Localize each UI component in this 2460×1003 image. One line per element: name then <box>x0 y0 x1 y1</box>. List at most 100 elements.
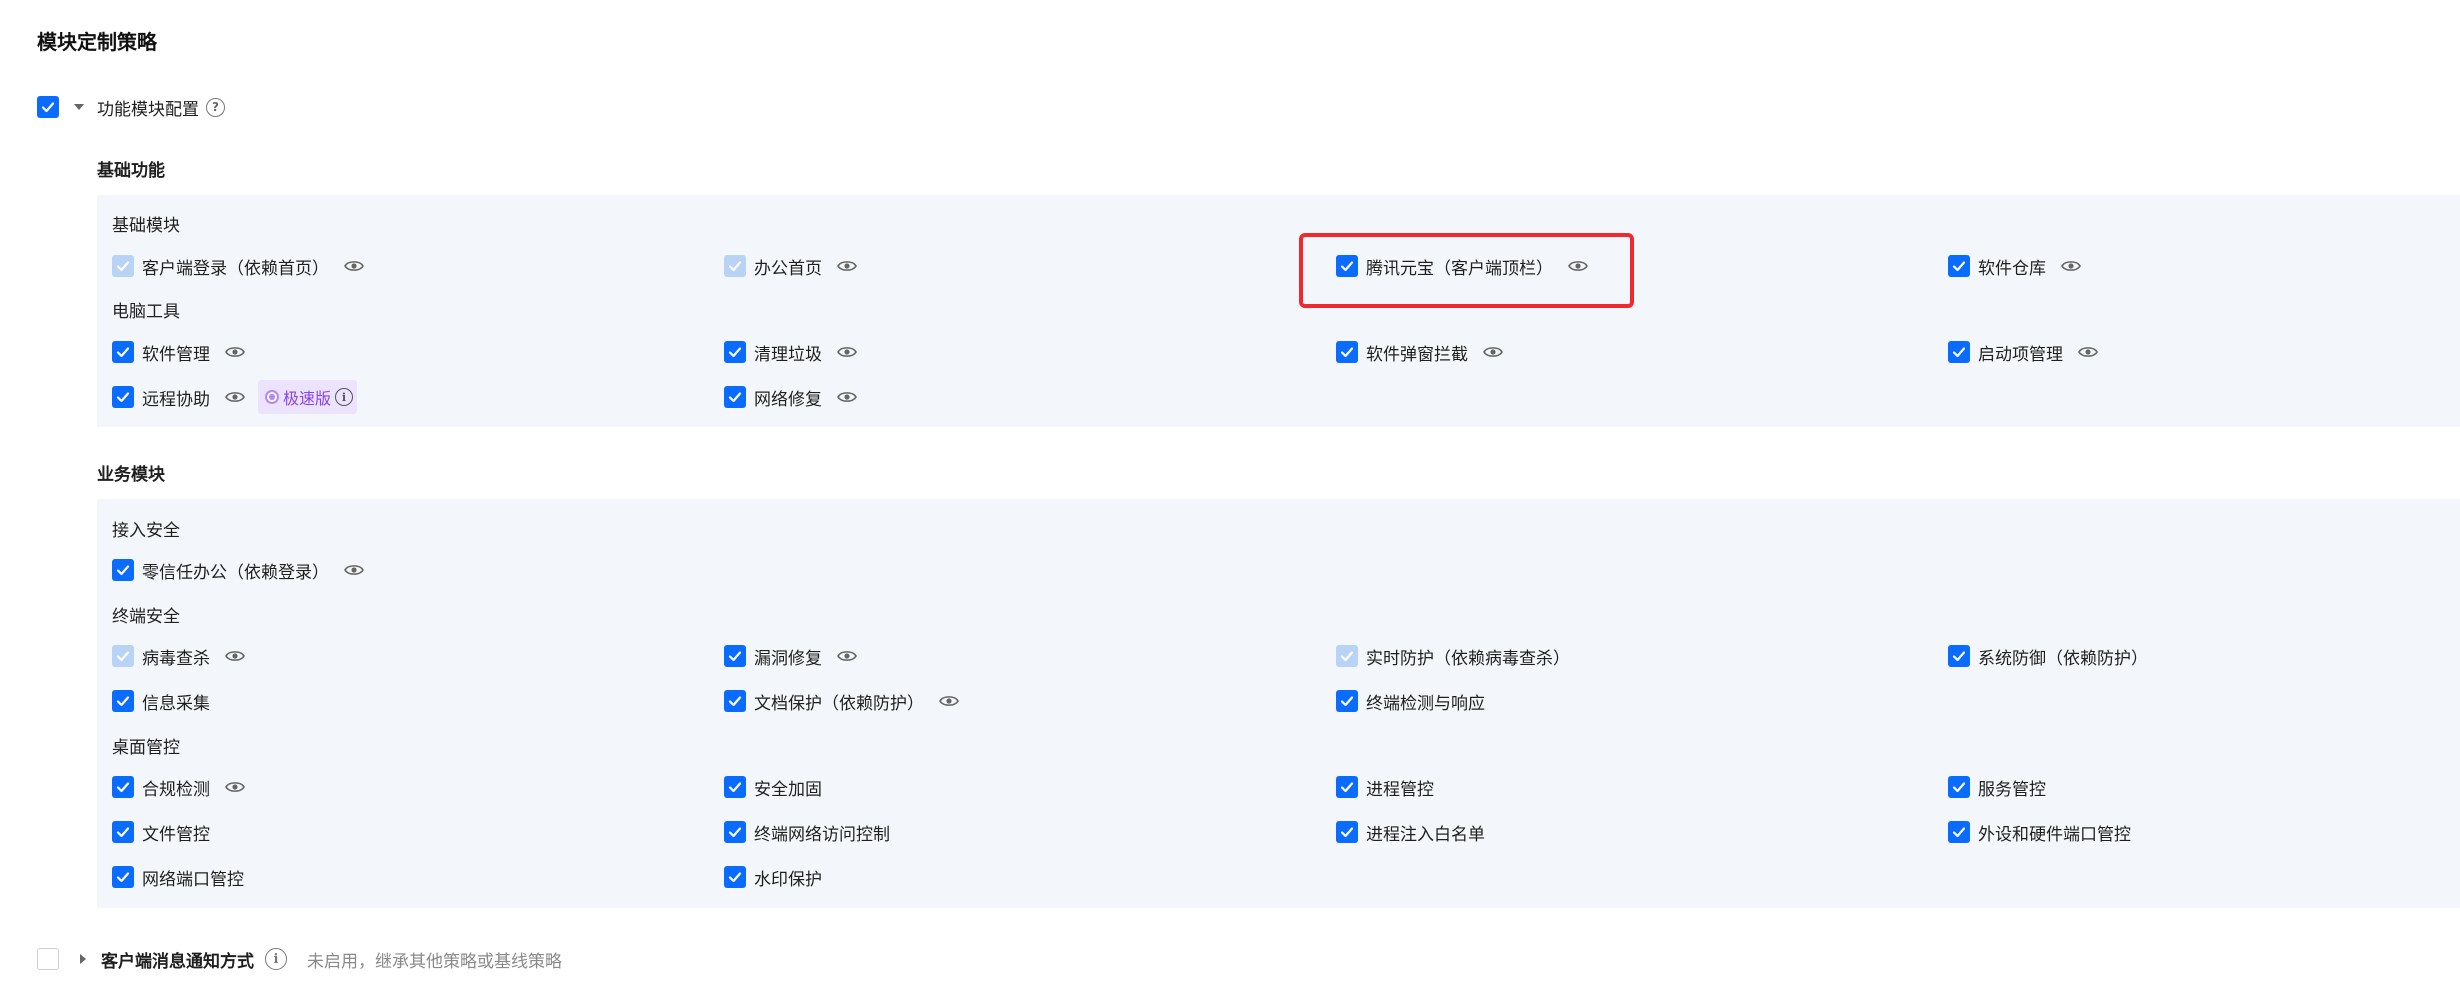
item-clean-junk: 清理垃圾 <box>724 339 858 365</box>
checkbox[interactable] <box>724 821 746 843</box>
checkbox[interactable] <box>1336 341 1358 363</box>
caret-right-icon[interactable] <box>76 952 90 966</box>
eye-icon[interactable] <box>836 341 858 363</box>
checkbox[interactable] <box>1948 821 1970 843</box>
item-network-access-control: 终端网络访问控制 <box>724 819 890 845</box>
eye-icon[interactable] <box>224 645 246 667</box>
item-label: 软件仓库 <box>1978 258 2046 279</box>
item-remote-assist: 远程协助 极速版 i <box>112 380 358 414</box>
checkbox[interactable] <box>112 821 134 843</box>
item-label: 外设和硬件端口管控 <box>1978 824 2131 845</box>
checkbox[interactable] <box>724 386 746 408</box>
checkbox[interactable] <box>1948 776 1970 798</box>
item-process-control: 进程管控 <box>1336 774 1434 800</box>
checkbox[interactable] <box>724 645 746 667</box>
item-label: 软件弹窗拦截 <box>1366 344 1468 365</box>
checkbox[interactable] <box>112 866 134 888</box>
client-notify-row: 客户端消息通知方式 i 未启用，继承其他策略或基线策略 <box>37 945 562 973</box>
item-office-home: 办公首页 <box>724 253 858 279</box>
item-label: 网络修复 <box>754 389 822 410</box>
item-popup-block: 软件弹窗拦截 <box>1336 339 1504 365</box>
checkbox[interactable] <box>724 341 746 363</box>
feature-config-label: 功能模块配置 <box>97 99 199 120</box>
checkbox[interactable] <box>112 386 134 408</box>
feature-config-checkbox[interactable] <box>37 96 59 118</box>
help-icon[interactable]: ? <box>206 97 225 117</box>
item-label: 病毒查杀 <box>142 648 210 669</box>
check-icon <box>41 102 55 113</box>
item-label: 办公首页 <box>754 258 822 279</box>
item-software-repo: 软件仓库 <box>1948 253 2082 279</box>
checkbox[interactable] <box>724 776 746 798</box>
item-info-collect: 信息采集 <box>112 688 210 714</box>
client-notify-label: 客户端消息通知方式 <box>101 951 254 972</box>
item-network-repair: 网络修复 <box>724 384 858 410</box>
info-icon[interactable]: i <box>265 948 287 970</box>
feature-config-row: 功能模块配置 ? <box>37 93 225 121</box>
badge-label: 极速版 <box>283 389 332 408</box>
item-label: 服务管控 <box>1978 779 2046 800</box>
speed-badge-icon <box>265 390 279 404</box>
item-edr: 终端检测与响应 <box>1336 688 1485 714</box>
item-label: 客户端登录（依赖首页） <box>142 258 329 279</box>
eye-icon[interactable] <box>224 341 246 363</box>
item-label: 漏洞修复 <box>754 648 822 669</box>
eye-icon[interactable] <box>343 559 365 581</box>
client-notify-status: 未启用，继承其他策略或基线策略 <box>307 951 562 972</box>
checkbox[interactable] <box>1336 776 1358 798</box>
eye-icon[interactable] <box>836 645 858 667</box>
checkbox[interactable] <box>112 690 134 712</box>
info-icon[interactable]: i <box>335 388 354 406</box>
checkbox[interactable] <box>1948 645 1970 667</box>
item-label: 文件管控 <box>142 824 210 845</box>
checkbox[interactable] <box>1336 821 1358 843</box>
highlight-box <box>1299 233 1634 308</box>
eye-icon[interactable] <box>836 386 858 408</box>
checkbox[interactable] <box>724 690 746 712</box>
checkbox[interactable] <box>112 559 134 581</box>
item-vuln-fix: 漏洞修复 <box>724 643 858 669</box>
item-label: 远程协助 <box>142 389 210 410</box>
item-peripheral-port-control: 外设和硬件端口管控 <box>1948 819 2131 845</box>
eye-icon[interactable] <box>224 386 246 408</box>
item-file-control: 文件管控 <box>112 819 210 845</box>
basic-heading: 基础功能 <box>97 161 165 181</box>
checkbox[interactable] <box>112 776 134 798</box>
eye-icon[interactable] <box>938 690 960 712</box>
eye-icon[interactable] <box>836 255 858 277</box>
item-label: 启动项管理 <box>1978 344 2063 365</box>
checkbox[interactable] <box>112 341 134 363</box>
item-label: 实时防护（依赖病毒查杀） <box>1366 648 1570 669</box>
caret-down-icon[interactable] <box>71 99 87 115</box>
item-service-control: 服务管控 <box>1948 774 2046 800</box>
item-label: 软件管理 <box>142 344 210 365</box>
group-heading-endpoint-security: 终端安全 <box>112 607 180 627</box>
business-heading: 业务模块 <box>97 465 165 485</box>
eye-icon[interactable] <box>343 255 365 277</box>
item-label: 网络端口管控 <box>142 869 244 890</box>
checkbox[interactable] <box>1336 690 1358 712</box>
group-heading-basic-module: 基础模块 <box>112 216 180 236</box>
checkbox[interactable] <box>1948 341 1970 363</box>
item-doc-protect: 文档保护（依赖防护） <box>724 688 960 714</box>
client-notify-checkbox[interactable] <box>37 948 59 970</box>
item-label: 合规检测 <box>142 779 210 800</box>
item-label: 文档保护（依赖防护） <box>754 693 924 714</box>
item-client-login: 客户端登录（依赖首页） <box>112 253 365 279</box>
item-label: 终端检测与响应 <box>1366 693 1485 714</box>
eye-icon[interactable] <box>1482 341 1504 363</box>
checkbox-disabled <box>112 645 134 667</box>
checkbox[interactable] <box>1948 255 1970 277</box>
checkbox[interactable] <box>724 866 746 888</box>
eye-icon[interactable] <box>224 776 246 798</box>
item-label: 进程注入白名单 <box>1366 824 1485 845</box>
item-network-port-control: 网络端口管控 <box>112 864 244 890</box>
group-heading-desktop-control: 桌面管控 <box>112 738 180 758</box>
item-software-mgmt: 软件管理 <box>112 339 246 365</box>
eye-icon[interactable] <box>2060 255 2082 277</box>
item-label: 进程管控 <box>1366 779 1434 800</box>
item-label: 水印保护 <box>754 869 822 890</box>
item-label: 清理垃圾 <box>754 344 822 365</box>
eye-icon[interactable] <box>2077 341 2099 363</box>
item-label: 系统防御（依赖防护） <box>1978 648 2148 669</box>
